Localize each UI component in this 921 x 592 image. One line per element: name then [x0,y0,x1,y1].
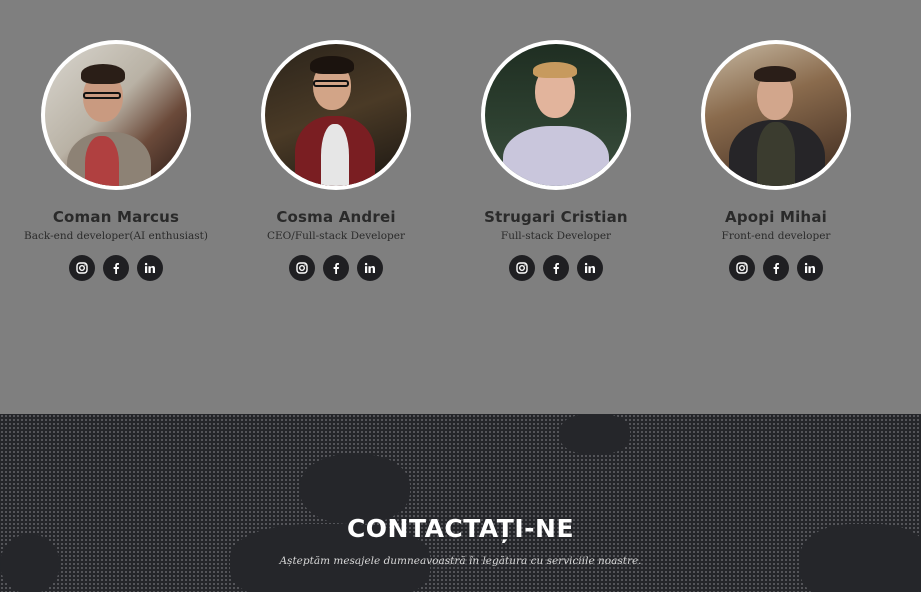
member-name: Cosma Andrei [276,208,396,226]
member-name: Apopi Mihai [725,208,827,226]
instagram-link[interactable] [289,255,315,281]
social-links [676,255,876,281]
facebook-link[interactable] [323,255,349,281]
team-member-card: Strugari Cristian Full-stack Developer [456,40,656,281]
facebook-icon [113,263,119,274]
team-member-card: Apopi Mihai Front-end developer [676,40,876,281]
member-role: Back-end developer(AI enthusiast) [24,230,208,242]
facebook-icon [333,263,339,274]
member-role: Full-stack Developer [500,230,612,242]
avatar-ring [481,40,631,190]
facebook-link[interactable] [543,255,569,281]
team-member-card: Cosma Andrei CEO/Full-stack Developer [236,40,436,281]
social-links [456,255,656,281]
contact-title: CONTACTAȚI-NE [346,514,575,543]
instagram-icon [736,262,748,274]
member-role: CEO/Full-stack Developer [266,230,406,242]
avatar-ring [701,40,851,190]
member-photo [485,44,627,186]
linkedin-link[interactable] [357,255,383,281]
avatar-ring [41,40,191,190]
team-member-card: Coman Marcus Back-end developer(AI enthu… [16,40,216,281]
linkedin-icon [364,262,375,273]
instagram-icon [76,262,88,274]
member-photo [265,44,407,186]
linkedin-link[interactable] [577,255,603,281]
member-photo [45,44,187,186]
facebook-link[interactable] [103,255,129,281]
member-name: Coman Marcus [52,208,180,226]
facebook-icon [773,263,779,274]
linkedin-link[interactable] [137,255,163,281]
instagram-icon [516,262,528,274]
member-photo [705,44,847,186]
instagram-icon [296,262,308,274]
instagram-link[interactable] [509,255,535,281]
facebook-icon [553,263,559,274]
contact-subtitle: Așteptăm mesajele dumneavoastră în legăt… [279,555,642,567]
avatar-ring [261,40,411,190]
linkedin-icon [804,262,815,273]
map-ocean-area [560,414,630,454]
social-links [236,255,436,281]
contact-section: CONTACTAȚI-NE Așteptăm mesajele dumneavo… [0,414,921,592]
social-links [16,255,216,281]
member-name: Strugari Cristian [484,208,628,226]
instagram-link[interactable] [729,255,755,281]
linkedin-icon [584,262,595,273]
member-role: Front-end developer [721,230,831,242]
team-section: Coman Marcus Back-end developer(AI enthu… [0,0,921,414]
instagram-link[interactable] [69,255,95,281]
facebook-link[interactable] [763,255,789,281]
linkedin-link[interactable] [797,255,823,281]
linkedin-icon [144,262,155,273]
